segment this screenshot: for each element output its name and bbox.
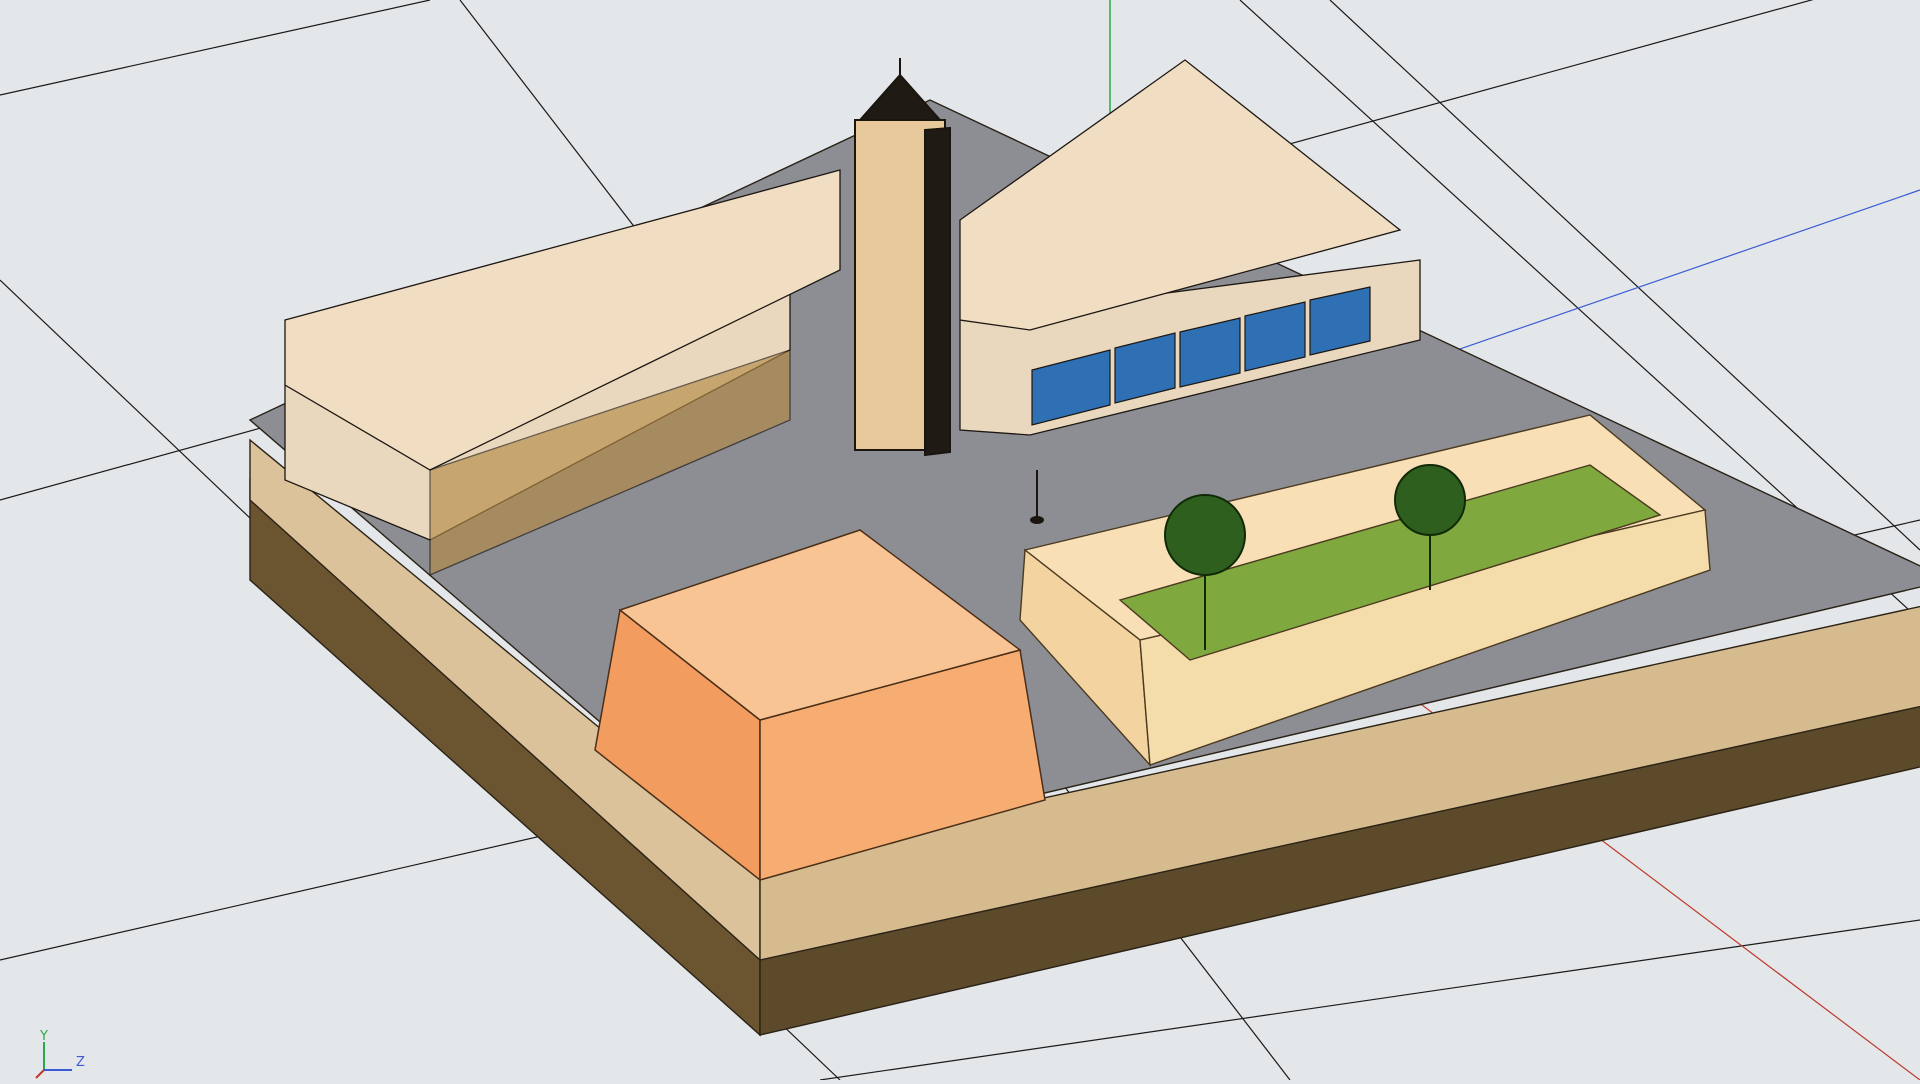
axis-z-label: Z	[76, 1055, 85, 1070]
clock-tower[interactable]	[854, 58, 951, 457]
axis-gizmo: Y Z	[30, 1020, 90, 1080]
tower-cap	[857, 73, 943, 121]
grid-line	[0, 0, 431, 96]
scene-svg[interactable]	[0, 0, 1920, 1080]
axis-y-label: Y	[40, 1029, 48, 1044]
gizmo-svg	[35, 1042, 72, 1079]
3d-viewport[interactable]: Y Z	[0, 0, 1920, 1080]
tower-shaft-shadow	[924, 126, 951, 457]
gizmo-x-axis	[35, 1069, 45, 1079]
